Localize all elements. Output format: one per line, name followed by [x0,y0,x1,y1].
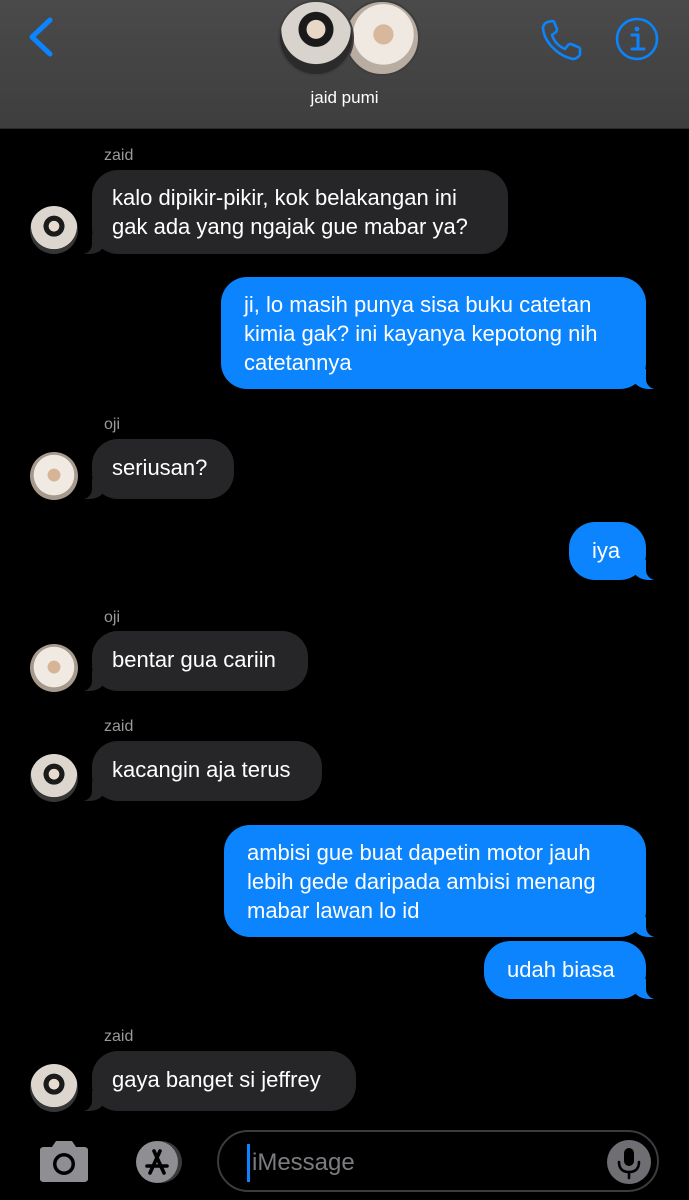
outgoing-message-bubble[interactable]: ambisi gue buat dapetin motor jauh lebih… [224,825,660,937]
message-input[interactable] [247,1144,594,1182]
message-line: ambisi gue buat dapetin motor jauh [247,840,591,865]
message-line: kalo dipikir-pikir, kok belakangan ini [112,185,457,210]
microphone-icon [617,1148,641,1180]
sender-name: oji [104,416,121,433]
outgoing-message-bubble[interactable]: iya [569,522,660,580]
message-line: catetannya [244,350,352,375]
app-store-button[interactable] [126,1138,188,1186]
message-line: seriusan? [112,455,208,480]
outgoing-message-bubble[interactable]: udah biasa [484,941,660,999]
back-button[interactable] [22,12,66,62]
incoming-message-bubble[interactable]: kacangin aja terus [78,741,322,801]
sender-name: zaid [104,147,134,164]
message-line: kimia gak? ini kayanya kepotong nih [244,321,598,346]
group-avatar-oji[interactable] [344,0,420,76]
message-line: iya [592,538,621,563]
sender-name: zaid [104,1028,134,1045]
avatar-oji[interactable] [30,452,78,500]
phone-icon [541,19,582,61]
avatar-oji[interactable] [30,644,78,692]
incoming-message-bubble[interactable]: kalo dipikir-pikir, kok belakangan ini g… [78,170,508,254]
outgoing-message-bubble[interactable]: ji, lo masih punya sisa buku catetan kim… [221,277,660,389]
sender-name: oji [104,609,121,626]
conversation-header: jaid pumi [0,0,689,129]
group-avatar-zaid[interactable] [278,0,354,76]
message-line: gaya banget si jeffrey [112,1067,321,1092]
call-button[interactable] [538,16,586,64]
message-line: lebih gede daripada ambisi menang [247,869,596,894]
message-line: gak ada yang ngajak gue mabar ya? [112,214,468,239]
info-icon [615,17,659,61]
incoming-message-bubble[interactable]: bentar gua cariin [78,631,308,691]
camera-button[interactable] [36,1138,92,1184]
dictation-button[interactable] [607,1140,651,1184]
group-name[interactable]: jaid pumi [0,88,689,108]
avatar-zaid[interactable] [30,206,78,254]
app-store-icon [136,1141,182,1183]
message-line: udah biasa [507,957,615,982]
message-line: ji, lo masih punya sisa buku catetan [244,292,592,317]
sender-name: zaid [104,718,134,735]
avatar-zaid[interactable] [30,754,78,802]
message-composer[interactable] [217,1130,659,1192]
info-button[interactable] [614,16,660,62]
incoming-message-bubble[interactable]: seriusan? [78,439,234,499]
camera-icon [40,1141,88,1182]
incoming-message-bubble[interactable]: gaya banget si jeffrey [78,1051,356,1111]
avatar-zaid[interactable] [30,1064,78,1112]
message-line: kacangin aja terus [112,757,291,782]
message-line: mabar lawan lo id [247,898,420,923]
message-line: bentar gua cariin [112,647,276,672]
chevron-left-icon [29,17,53,57]
